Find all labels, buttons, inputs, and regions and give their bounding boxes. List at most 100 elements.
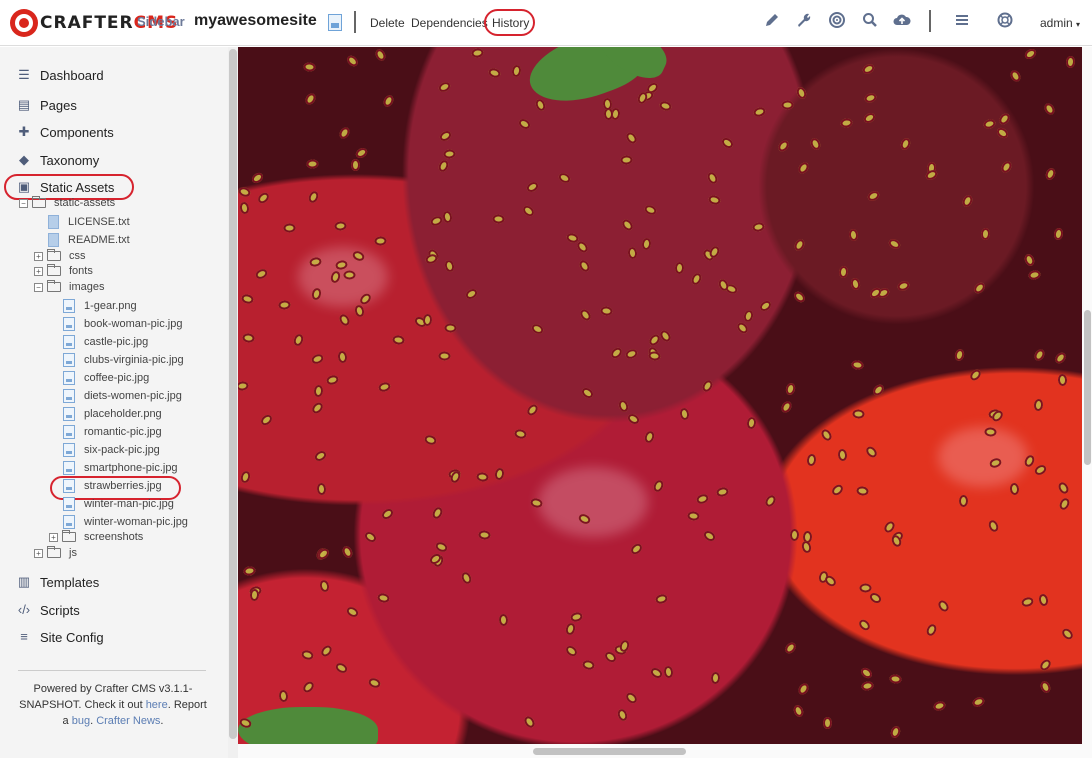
strawberry-seed (678, 407, 691, 421)
strawberry-seed (889, 724, 902, 740)
footer-text: . (160, 715, 164, 727)
strawberry-seed (654, 593, 669, 605)
strawberry-seed (569, 611, 584, 623)
strawberry-seed (971, 695, 986, 709)
preview-vertical-scrollbar[interactable] (1082, 47, 1092, 744)
tree-image-file[interactable]: clubs-virginia-pic.jpg (63, 352, 184, 368)
expand-toggle-icon[interactable]: + (34, 251, 43, 261)
bug-link[interactable]: bug (72, 715, 90, 727)
strawberry-seed (751, 221, 766, 233)
site-name[interactable]: myawesomesite (194, 12, 317, 30)
image-file-icon (63, 389, 75, 403)
sidebar-toggle[interactable]: Sidebar (137, 14, 185, 29)
template-file-icon: ▥ (17, 574, 31, 589)
cloud-upload-icon[interactable] (892, 12, 912, 32)
crafter-news-link[interactable]: Crafter News (96, 715, 160, 727)
image-file-icon (63, 371, 75, 385)
tree-folder-js[interactable]: + js (34, 545, 77, 561)
strawberry-seed (707, 194, 722, 206)
strawberry-seed (522, 714, 537, 730)
sidebar-item-taxonomy[interactable]: ◆ Taxonomy (16, 150, 99, 170)
tree-folder-screenshots[interactable]: + screenshots (49, 529, 143, 545)
strawberry-seed (1044, 166, 1057, 182)
tree-label: js (69, 547, 77, 559)
here-link[interactable]: here (146, 699, 168, 711)
strawberry-seed (686, 510, 701, 522)
preview-hscroll-thumb[interactable] (533, 748, 686, 755)
strawberry-seed (995, 125, 1010, 141)
tree-image-file[interactable]: 1-gear.png (63, 298, 137, 314)
tree-image-file[interactable]: coffee-pic.jpg (63, 370, 149, 386)
strawberry-seed (758, 298, 773, 314)
image-file-icon (63, 317, 75, 331)
tree-folder-fonts[interactable]: + fonts (34, 263, 93, 279)
strawberry-seed (278, 299, 291, 311)
expand-toggle-icon[interactable]: + (49, 532, 58, 542)
tree-file[interactable]: README.txt (48, 232, 130, 248)
tree-image-file[interactable]: winter-man-pic.jpg (63, 496, 174, 512)
menu-icon[interactable] (952, 12, 972, 32)
strawberry-seed (438, 129, 453, 143)
help-lifebuoy-icon[interactable] (995, 12, 1015, 32)
tree-file[interactable]: LICENSE.txt (48, 214, 130, 230)
sidebar-item-templates[interactable]: ▥ Templates (16, 572, 99, 592)
strawberry-leaf (238, 707, 378, 744)
strawberry-seed (487, 66, 502, 80)
sidebar-item-site-config[interactable]: ≡ Site Config (16, 627, 103, 647)
tree-image-file[interactable]: romantic-pic.jpg (63, 424, 162, 440)
tree-folder-css[interactable]: + css (34, 248, 86, 264)
target-icon[interactable] (827, 12, 847, 32)
page-icon: ▤ (17, 97, 31, 112)
folder-icon (47, 546, 61, 558)
pencil-icon[interactable] (762, 12, 782, 32)
dependencies-link[interactable]: Dependencies (411, 16, 488, 30)
sidebar-item-components[interactable]: ✚ Components (16, 122, 114, 142)
sidebar-scroll-thumb[interactable] (229, 49, 237, 739)
strawberry-seed (792, 237, 807, 253)
user-menu[interactable]: admin ▾ (1040, 16, 1080, 30)
strawberry-seed (521, 203, 536, 219)
strawberry-seed (429, 214, 444, 228)
folder-open-icon (47, 280, 61, 292)
strawberry-seed (871, 382, 886, 398)
search-icon[interactable] (860, 12, 880, 32)
strawberry-seed (334, 220, 347, 232)
tree-image-file[interactable]: six-pack-pic.jpg (63, 442, 160, 458)
wrench-icon[interactable] (794, 12, 814, 32)
strawberry-seed (705, 170, 720, 186)
strawberry-seed (735, 320, 750, 336)
delete-link[interactable]: Delete (370, 16, 405, 30)
tree-image-file[interactable]: placeholder.png (63, 406, 162, 422)
strawberry-seed (999, 159, 1014, 175)
strawberry-seed (864, 444, 879, 460)
collapse-toggle-icon[interactable]: − (34, 282, 43, 292)
tree-image-file[interactable]: castle-pic.jpg (63, 334, 148, 350)
tree-label: css (69, 250, 86, 262)
expand-toggle-icon[interactable]: + (34, 548, 43, 558)
preview-horizontal-scrollbar[interactable] (238, 744, 1092, 758)
strawberry-seed (380, 506, 395, 522)
tree-image-file[interactable]: diets-women-pic.jpg (63, 388, 182, 404)
preview-vscroll-thumb[interactable] (1084, 310, 1091, 465)
strawberry-seed (896, 279, 911, 293)
tree-folder-static-assets[interactable]: − static-assets (19, 195, 115, 211)
sidebar-item-label: Taxonomy (40, 152, 100, 168)
tree-image-file[interactable]: smartphone-pic.jpg (63, 460, 178, 476)
strawberry-seed (932, 699, 947, 713)
sidebar-scrollbar[interactable] (228, 47, 238, 758)
folder-open-icon (32, 196, 46, 208)
sidebar-item-pages[interactable]: ▤ Pages (16, 95, 77, 115)
tree-image-file[interactable]: book-woman-pic.jpg (63, 316, 182, 332)
expand-toggle-icon[interactable]: + (34, 266, 43, 276)
collapse-toggle-icon[interactable]: − (19, 198, 28, 208)
tree-folder-images[interactable]: − images (34, 279, 104, 295)
strawberry-seed (643, 429, 656, 445)
strawberry-seed (557, 171, 572, 185)
tree-label: book-woman-pic.jpg (84, 318, 183, 330)
sidebar-item-dashboard[interactable]: ☰ Dashboard (16, 65, 103, 85)
strawberry-seed (478, 529, 491, 541)
sidebar-item-scripts[interactable]: ‹/› Scripts (16, 600, 80, 620)
strawberry-seed (1053, 350, 1068, 366)
strawberry-seed (303, 91, 318, 107)
tree-image-file[interactable]: winter-woman-pic.jpg (63, 514, 188, 530)
